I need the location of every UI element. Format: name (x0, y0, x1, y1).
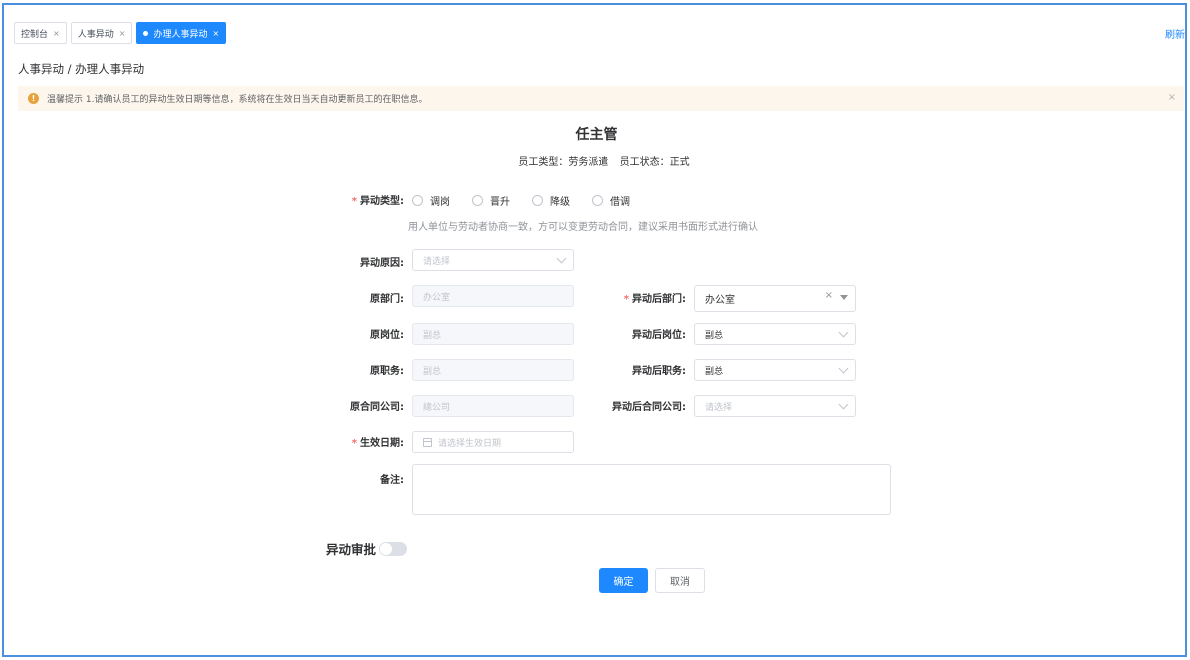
tab-dashboard[interactable]: 控制台 × (14, 22, 67, 44)
radio-transfer[interactable]: 调岗 (412, 193, 450, 208)
chevron-down-icon (838, 327, 849, 338)
change-type-label: * 异动类型: (351, 196, 404, 207)
close-icon[interactable]: × (53, 29, 60, 38)
new-post-select[interactable]: 副总 (694, 323, 856, 345)
chevron-down-icon (838, 363, 849, 374)
chevron-down-icon (556, 253, 567, 264)
clear-icon[interactable]: × (825, 290, 833, 301)
approval-label: 异动审批 (326, 542, 377, 557)
tab-label: 控制台 (21, 29, 49, 40)
radio-promotion[interactable]: 晋升 (472, 193, 510, 208)
new-company-select[interactable]: 请选择 (694, 395, 856, 417)
orig-post-input: 副总 (412, 323, 574, 345)
employee-info: 员工类型：劳务派遣 员工状态：正式 (4, 153, 1190, 168)
new-company-label: 异动后合同公司: (612, 402, 686, 413)
radio-circle-icon[interactable] (472, 195, 483, 206)
employee-type: 员工类型：劳务派遣 (518, 157, 609, 168)
tab-handle-personnel-change[interactable]: 办理人事异动 × (136, 22, 227, 44)
alert-banner: ! 温馨提示 1.请确认员工的异动生效日期等信息，系统将在生效日当天自动更新员工… (18, 86, 1184, 111)
chevron-down-icon (838, 399, 849, 410)
radio-demotion[interactable]: 降级 (532, 193, 570, 208)
remark-textarea[interactable] (412, 464, 891, 515)
approval-toggle-row: 异动审批 (326, 539, 408, 558)
orig-post-label: 原岗位: (370, 330, 404, 341)
warning-icon: ! (28, 93, 39, 104)
switch-knob (380, 542, 393, 555)
confirm-button[interactable]: 确定 (599, 568, 648, 593)
effective-date-picker[interactable]: 请选择生效日期 (412, 431, 574, 453)
page-title: 任主管 (575, 127, 618, 143)
close-icon[interactable]: × (119, 29, 126, 38)
calendar-icon (423, 437, 432, 447)
approval-switch[interactable] (379, 541, 408, 556)
tab-label: 人事异动 (77, 29, 114, 40)
new-dept-select[interactable]: 办公室 × (694, 285, 856, 312)
orig-dept-input: 办公室 (412, 285, 574, 307)
employee-status: 员工状态：正式 (619, 157, 690, 168)
reason-select[interactable]: 请选择 (412, 249, 574, 271)
refresh-link[interactable]: 刷新 (1165, 26, 1185, 41)
tab-label: 办理人事异动 (153, 29, 208, 40)
radio-secondment[interactable]: 借调 (592, 193, 630, 208)
effective-date-label: * 生效日期: (351, 438, 404, 449)
tab-bar: 控制台 × 人事异动 × 办理人事异动 × (14, 22, 227, 44)
radio-circle-icon[interactable] (412, 195, 423, 206)
orig-duty-input: 副总 (412, 359, 574, 381)
radio-circle-icon[interactable] (592, 195, 603, 206)
cancel-button[interactable]: 取消 (655, 568, 705, 593)
new-dept-label: * 异动后部门: (623, 294, 686, 305)
reason-label: 异动原因: (360, 258, 404, 269)
new-duty-select[interactable]: 副总 (694, 359, 856, 381)
breadcrumb: 人事异动 / 办理人事异动 (18, 62, 145, 76)
orig-dept-label: 原部门: (370, 294, 404, 305)
change-type-radio-group: 调岗 晋升 降级 借调 (412, 193, 652, 208)
app-frame: 控制台 × 人事异动 × 办理人事异动 × 刷新 人事异动 / 办理人事异动 !… (2, 3, 1187, 657)
close-icon[interactable]: × (212, 29, 219, 38)
alert-text: 温馨提示 1.请确认员工的异动生效日期等信息，系统将在生效日当天自动更新员工的在… (47, 95, 428, 105)
orig-company-input: 總公司 (412, 395, 574, 417)
new-duty-label: 异动后职务: (632, 366, 686, 377)
caret-down-icon (840, 295, 848, 300)
active-dot-icon (143, 30, 149, 36)
new-post-label: 异动后岗位: (632, 330, 686, 341)
close-icon[interactable]: × (1168, 92, 1176, 103)
change-type-hint: 用人单位与劳动者协商一致，方可以变更劳动合同，建议采用书面形式进行确认 (408, 222, 758, 233)
orig-company-label: 原合同公司: (350, 402, 404, 413)
tab-personnel-change[interactable]: 人事异动 × (70, 22, 133, 44)
remark-label: 备注: (380, 475, 404, 486)
orig-duty-label: 原职务: (370, 366, 404, 377)
radio-circle-icon[interactable] (532, 195, 543, 206)
